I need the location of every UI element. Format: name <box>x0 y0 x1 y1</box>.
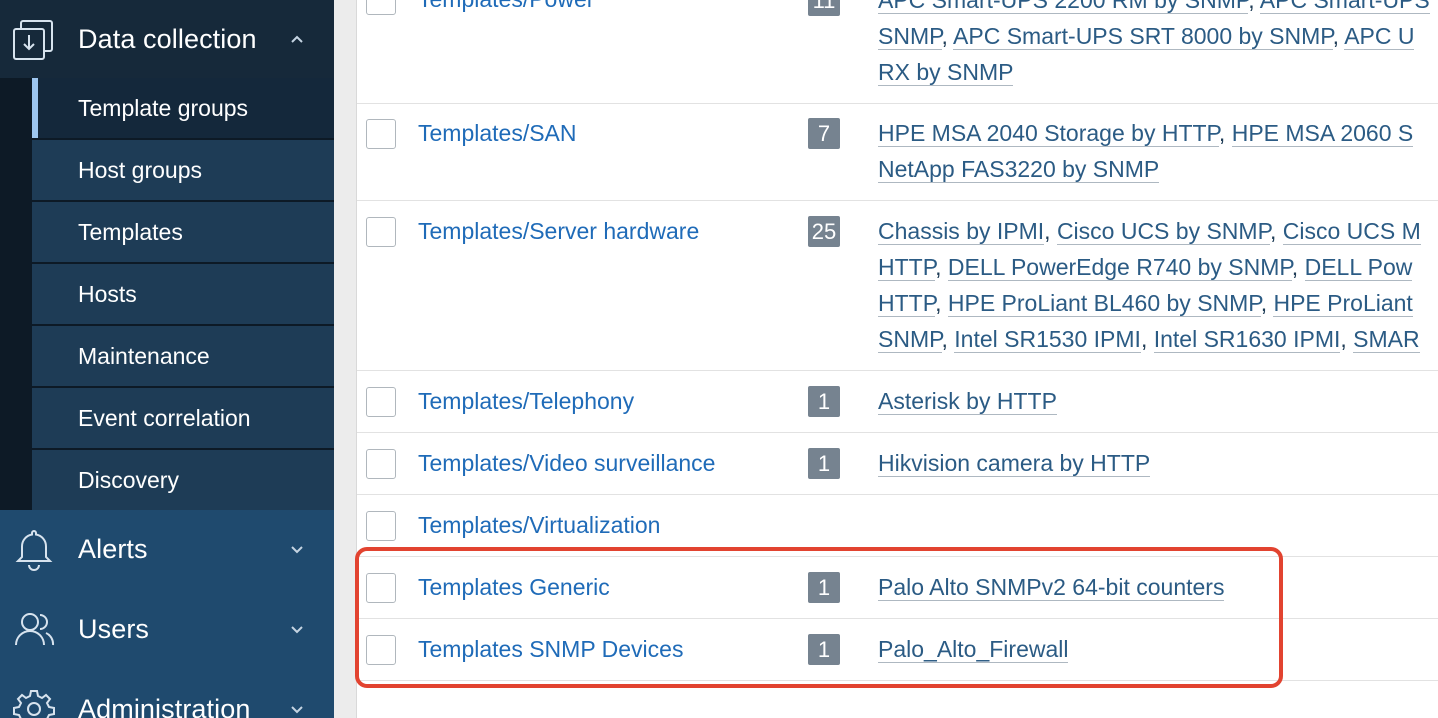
sidebar-divider <box>334 0 357 718</box>
sidebar-item-label: Templates <box>78 218 183 245</box>
row-checkbox[interactable] <box>366 573 396 603</box>
sidebar-section-label: Users <box>78 613 150 644</box>
table-row: Templates/SAN 7 HPE MSA 2040 Storage by … <box>357 103 1438 201</box>
chevron-up-icon <box>286 28 308 50</box>
users-icon <box>12 607 56 651</box>
row-checkbox[interactable] <box>366 217 396 247</box>
sidebar-item-label: Event correlation <box>78 404 251 431</box>
template-link[interactable]: Palo_Alto_Firewall <box>878 636 1069 663</box>
sidebar-item-hosts[interactable]: Hosts <box>32 264 334 324</box>
template-link[interactable]: SMAR <box>1353 326 1420 353</box>
template-count-badge: 1 <box>808 572 840 603</box>
table-row: Templates/Server hardware 25 Chassis by … <box>357 201 1438 371</box>
template-link[interactable]: NetApp FAS3220 by SNMP <box>878 156 1160 183</box>
template-list: APC Smart-UPS 2200 RM by SNMP, APC Smart… <box>878 0 1438 90</box>
template-link[interactable]: APC Smart-UPS <box>1259 0 1430 14</box>
template-count-badge: 1 <box>808 634 840 665</box>
row-checkbox[interactable] <box>366 511 396 541</box>
template-link[interactable]: HPE ProLiant BL460 by SNMP <box>947 290 1261 317</box>
sidebar-section-users[interactable]: Users <box>0 590 334 668</box>
table-row: Templates/Video surveillance 1 Hikvision… <box>357 433 1438 495</box>
template-count-badge: 7 <box>808 118 840 149</box>
group-name-link[interactable]: Templates/Server hardware <box>418 218 699 245</box>
template-link[interactable]: Intel SR1530 IPMI <box>954 326 1141 353</box>
group-name-link[interactable]: Templates SNMP Devices <box>418 636 683 663</box>
template-list: Palo Alto SNMPv2 64-bit counters <box>878 569 1438 605</box>
row-checkbox[interactable] <box>366 119 396 149</box>
template-link[interactable]: HPE MSA 2040 Storage by HTTP <box>878 120 1219 147</box>
template-link[interactable]: Palo Alto SNMPv2 64-bit counters <box>878 574 1225 601</box>
active-indicator <box>32 78 38 138</box>
data-collection-submenu: Template groups Host groups Templates Ho… <box>0 78 334 510</box>
template-link[interactable]: Cisco UCS M <box>1282 218 1421 245</box>
template-count-badge: 11 <box>808 0 840 16</box>
template-link[interactable]: RX by SNMP <box>878 59 1014 86</box>
sidebar-item-event-correlation[interactable]: Event correlation <box>32 388 334 448</box>
sidebar-section-administration[interactable]: Administration <box>0 670 334 718</box>
sidebar-item-label: Maintenance <box>78 342 210 369</box>
template-count-badge: 25 <box>808 216 840 247</box>
template-groups-table: Templates/Power 11 APC Smart-UPS 2200 RM… <box>357 0 1438 718</box>
group-name-link[interactable]: Templates/Telephony <box>418 388 634 415</box>
sidebar-item-discovery[interactable]: Discovery <box>32 450 334 510</box>
sidebar-item-label: Template groups <box>78 94 249 121</box>
group-name-link[interactable]: Templates/Power <box>418 0 594 13</box>
row-checkbox[interactable] <box>366 387 396 417</box>
template-link[interactable]: HTTP <box>878 254 936 281</box>
template-link[interactable]: Asterisk by HTTP <box>878 388 1057 415</box>
sidebar-section-data-collection[interactable]: Data collection <box>0 0 334 78</box>
group-name-link[interactable]: Templates/Video surveillance <box>418 450 715 477</box>
sidebar-section-label: Alerts <box>78 533 148 564</box>
template-link[interactable]: HTTP <box>878 290 936 317</box>
group-name-link[interactable]: Templates/Virtualization <box>418 512 660 539</box>
template-count-badge: 1 <box>808 448 840 479</box>
chevron-down-icon <box>286 618 308 640</box>
row-checkbox[interactable] <box>366 0 396 15</box>
group-name-link[interactable]: Templates/SAN <box>418 120 577 147</box>
template-count-badge: 1 <box>808 386 840 417</box>
template-link[interactable]: HPE ProLiant <box>1273 290 1413 317</box>
row-checkbox[interactable] <box>366 449 396 479</box>
chevron-down-icon <box>286 698 308 718</box>
template-link[interactable]: APC Smart-UPS SRT 8000 by SNMP <box>953 23 1333 50</box>
sidebar-section-label: Administration <box>78 693 251 718</box>
sidebar: Data collection Template groups Host gro… <box>0 0 334 718</box>
template-link[interactable]: APC Smart-UPS 2200 RM by SNMP <box>878 0 1249 14</box>
template-link[interactable]: APC U <box>1344 23 1415 50</box>
template-link[interactable]: Chassis by IPMI <box>878 218 1045 245</box>
sidebar-item-host-groups[interactable]: Host groups <box>32 140 334 200</box>
table-row: Templates/Virtualization <box>357 495 1438 557</box>
template-list: Palo_Alto_Firewall <box>878 631 1438 667</box>
sidebar-section-label: Data collection <box>78 23 257 54</box>
table-row: Templates Generic 1 Palo Alto SNMPv2 64-… <box>357 557 1438 619</box>
template-list: Chassis by IPMI, Cisco UCS by SNMP, Cisc… <box>878 218 1421 353</box>
table-row: Templates/Power 11 APC Smart-UPS 2200 RM… <box>357 0 1438 104</box>
template-link[interactable]: Hikvision camera by HTTP <box>878 450 1151 477</box>
chevron-down-icon <box>286 538 308 560</box>
bell-icon <box>12 527 56 571</box>
template-link[interactable]: DELL Pow <box>1304 254 1413 281</box>
sidebar-item-label: Hosts <box>78 280 137 307</box>
template-list: HPE MSA 2040 Storage by HTTP, HPE MSA 20… <box>878 120 1414 183</box>
template-link[interactable]: Intel SR1630 IPMI <box>1153 326 1341 353</box>
sidebar-section-alerts[interactable]: Alerts <box>0 510 334 588</box>
table-row: Templates SNMP Devices 1 Palo_Alto_Firew… <box>357 619 1438 681</box>
group-name-link[interactable]: Templates Generic <box>418 574 610 601</box>
template-link[interactable]: DELL PowerEdge R740 by SNMP <box>947 254 1292 281</box>
template-link[interactable]: HPE MSA 2060 S <box>1231 120 1414 147</box>
template-list: Asterisk by HTTP <box>878 383 1438 419</box>
gear-icon <box>12 687 56 718</box>
template-link[interactable]: SNMP <box>878 23 942 50</box>
template-link[interactable]: Cisco UCS by SNMP <box>1056 218 1270 245</box>
download-tray-icon <box>12 17 56 61</box>
template-list: Hikvision camera by HTTP <box>878 445 1438 481</box>
sidebar-item-maintenance[interactable]: Maintenance <box>32 326 334 386</box>
row-checkbox[interactable] <box>366 635 396 665</box>
sidebar-item-label: Host groups <box>78 156 203 183</box>
sidebar-item-template-groups[interactable]: Template groups <box>32 78 334 138</box>
template-link[interactable]: SNMP <box>878 326 942 353</box>
table-row: Templates/Telephony 1 Asterisk by HTTP <box>357 371 1438 433</box>
sidebar-item-templates[interactable]: Templates <box>32 202 334 262</box>
sidebar-item-label: Discovery <box>78 466 179 493</box>
